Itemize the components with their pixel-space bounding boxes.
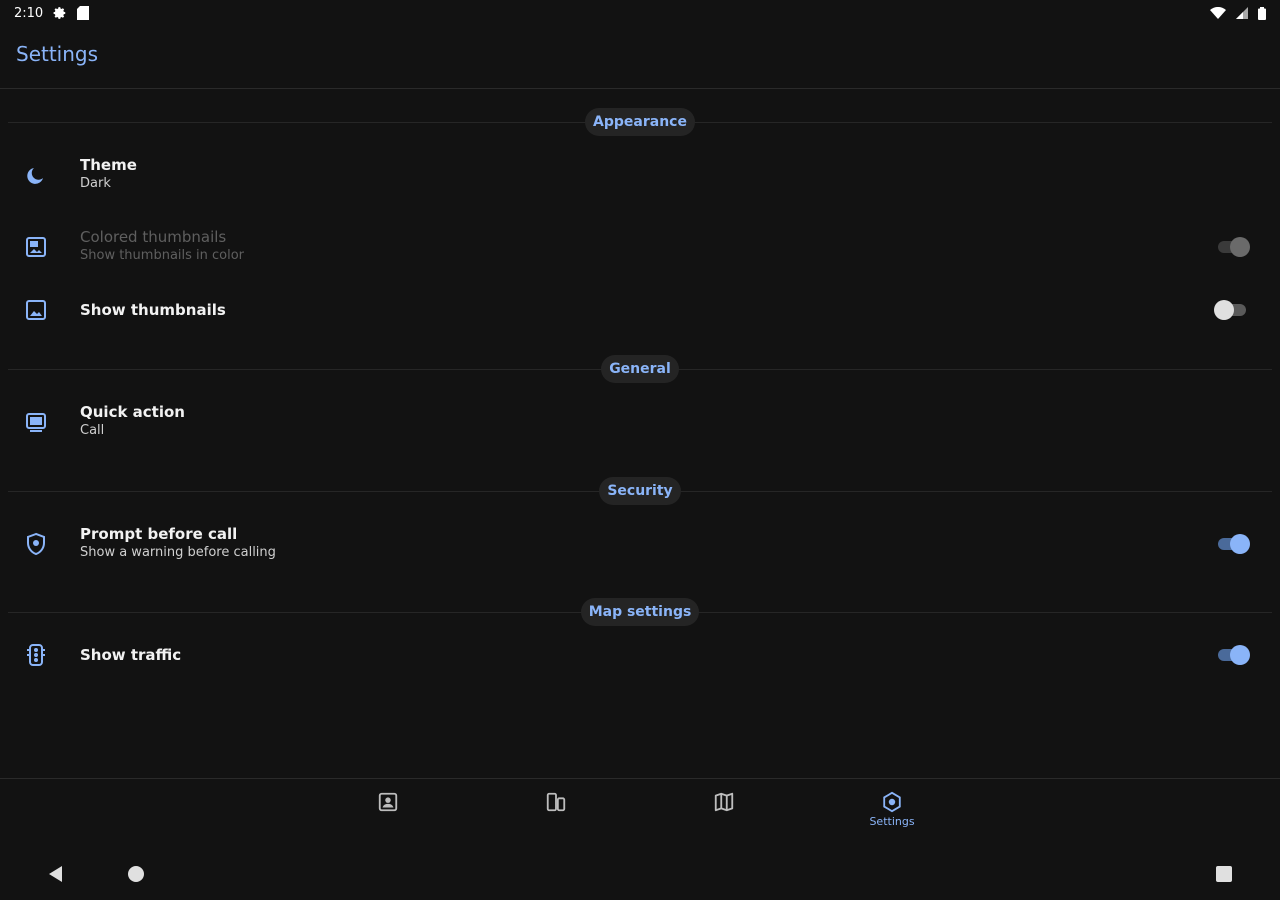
setting-title: Quick action: [80, 403, 185, 421]
setting-subtitle: Show thumbnails in color: [80, 248, 245, 263]
section-label: Security: [599, 477, 681, 505]
devices-icon: [546, 792, 566, 812]
status-left: 2:10: [14, 5, 90, 21]
map-icon: [714, 792, 734, 812]
section-header-security: Security: [8, 474, 1272, 508]
setting-theme[interactable]: Theme Dark: [0, 145, 1280, 205]
section-header-appearance: Appearance: [8, 105, 1272, 139]
setting-colored-thumbnails[interactable]: Colored thumbnails Show thumbnails in co…: [0, 217, 1280, 277]
battery-icon: [1258, 6, 1266, 20]
settings-icon: [883, 791, 901, 813]
wifi-icon: [1210, 7, 1226, 19]
setting-title: Show traffic: [80, 646, 182, 664]
setting-text: Colored thumbnails Show thumbnails in co…: [80, 227, 244, 265]
moon-icon: [27, 168, 43, 184]
nav-item-devices[interactable]: [516, 791, 596, 837]
back-icon[interactable]: [44, 862, 68, 886]
colored-thumbnails-toggle[interactable]: [1218, 237, 1250, 257]
nav-item-map[interactable]: [684, 791, 764, 837]
colored-image-icon: [26, 237, 46, 257]
sd-card-icon: [77, 6, 90, 20]
shield-icon: [27, 532, 45, 556]
show-thumbnails-toggle[interactable]: [1214, 300, 1246, 320]
image-icon: [26, 300, 46, 320]
bottom-nav: Settings: [0, 778, 1280, 848]
setting-show-traffic[interactable]: Show traffic: [0, 625, 1280, 685]
system-nav: [0, 848, 1280, 900]
setting-quick-action[interactable]: Quick action Call: [0, 392, 1280, 452]
show-traffic-toggle[interactable]: [1218, 645, 1250, 665]
contacts-icon: [378, 792, 398, 812]
quick-action-icon: [26, 413, 46, 432]
setting-title: Theme: [80, 156, 137, 174]
app-bar: Settings: [0, 26, 1280, 89]
section-header-map-settings: Map settings: [8, 595, 1272, 629]
nav-item-settings[interactable]: Settings: [852, 791, 932, 837]
setting-text: Show thumbnails: [80, 300, 226, 320]
setting-text: Quick action Call: [80, 402, 185, 440]
toggle-thumb: [1230, 645, 1250, 665]
prompt-before-call-toggle[interactable]: [1218, 534, 1250, 554]
setting-text: Theme Dark: [80, 155, 137, 193]
section-label: Appearance: [585, 108, 695, 136]
toggle-thumb: [1230, 237, 1250, 257]
setting-title: Show thumbnails: [80, 301, 226, 319]
setting-show-thumbnails[interactable]: Show thumbnails: [0, 280, 1280, 340]
setting-subtitle: Call: [80, 423, 105, 438]
section-header-general: General: [8, 352, 1272, 386]
signal-icon: [1236, 7, 1248, 19]
setting-subtitle: Dark: [80, 176, 111, 191]
toggle-thumb: [1214, 300, 1234, 320]
setting-text: Show traffic: [80, 645, 181, 665]
nav-label-settings: Settings: [869, 815, 915, 828]
status-bar: 2:10: [0, 0, 1280, 26]
setting-subtitle: Show a warning before calling: [80, 545, 276, 560]
gear-icon: [53, 7, 66, 19]
nav-item-contacts[interactable]: [348, 791, 428, 837]
page-title: Settings: [16, 42, 99, 66]
recents-icon[interactable]: [1212, 862, 1236, 886]
settings-list: Appearance Theme Dark Colored thumbnails…: [0, 90, 1280, 778]
setting-text: Prompt before call Show a warning before…: [80, 524, 276, 562]
traffic-light-icon: [27, 644, 45, 666]
status-right: [1210, 6, 1266, 20]
home-icon[interactable]: [124, 862, 148, 886]
section-label: Map settings: [580, 598, 700, 626]
status-time: 2:10: [14, 5, 44, 21]
section-label: General: [601, 355, 679, 383]
setting-title: Prompt before call: [80, 525, 238, 543]
toggle-thumb: [1230, 534, 1250, 554]
setting-prompt-before-call[interactable]: Prompt before call Show a warning before…: [0, 514, 1280, 574]
setting-title: Colored thumbnails: [80, 228, 227, 246]
